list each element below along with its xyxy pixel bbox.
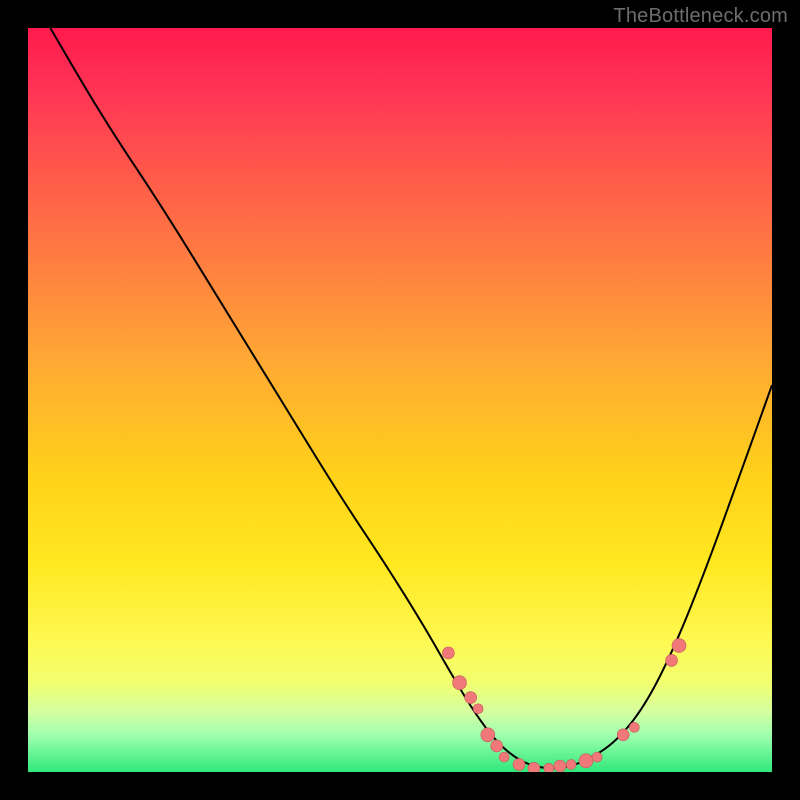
data-marker [513, 759, 525, 771]
data-marker [566, 760, 576, 770]
data-marker [473, 704, 483, 714]
chart-frame: TheBottleneck.com [0, 0, 800, 800]
watermark-text: TheBottleneck.com [613, 6, 788, 26]
data-marker [629, 722, 639, 732]
data-marker [481, 728, 495, 742]
data-marker [465, 692, 477, 704]
data-marker [528, 762, 540, 772]
data-marker [453, 676, 467, 690]
data-marker [666, 654, 678, 666]
data-marker [544, 763, 554, 772]
data-marker [579, 754, 593, 768]
data-marker [617, 729, 629, 741]
data-marker [554, 760, 566, 772]
curve-layer [28, 28, 772, 772]
data-marker [499, 752, 509, 762]
bottleneck-curve [50, 28, 772, 768]
data-marker [442, 647, 454, 659]
plot-area [28, 28, 772, 772]
data-marker [592, 752, 602, 762]
data-marker [672, 639, 686, 653]
data-marker [491, 740, 503, 752]
